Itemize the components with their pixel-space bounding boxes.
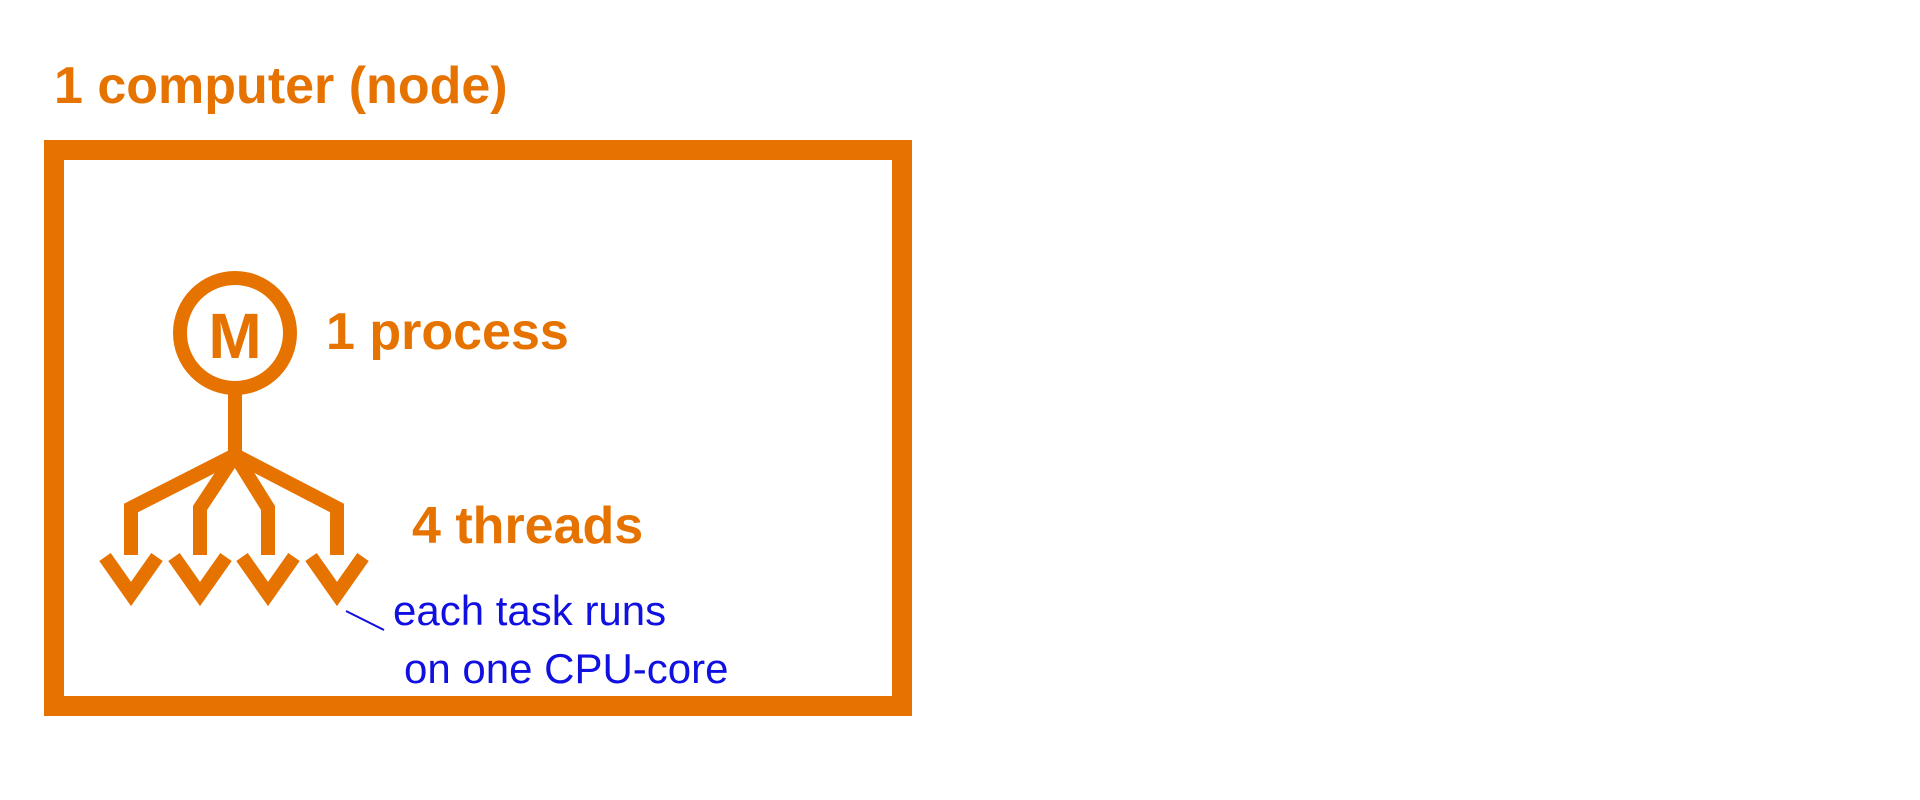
thread-arrowheads: [99, 552, 369, 607]
note-line-1: each task runs: [393, 587, 667, 634]
note-pointer-line: [345, 610, 385, 631]
process-label: 1 process: [326, 303, 569, 361]
note-line-2: on one CPU-core: [404, 645, 729, 692]
thread-branches: [124, 448, 344, 555]
process-icon-letter: M: [208, 300, 261, 372]
thread-branch-4: [231, 448, 344, 555]
thread-arrow-1: [99, 552, 163, 607]
thread-arrow-3: [236, 552, 300, 607]
thread-arrow-2: [168, 552, 232, 607]
threads-label: 4 threads: [412, 497, 644, 555]
process-thread-diagram: M: [99, 271, 385, 631]
thread-arrow-4: [305, 552, 369, 607]
